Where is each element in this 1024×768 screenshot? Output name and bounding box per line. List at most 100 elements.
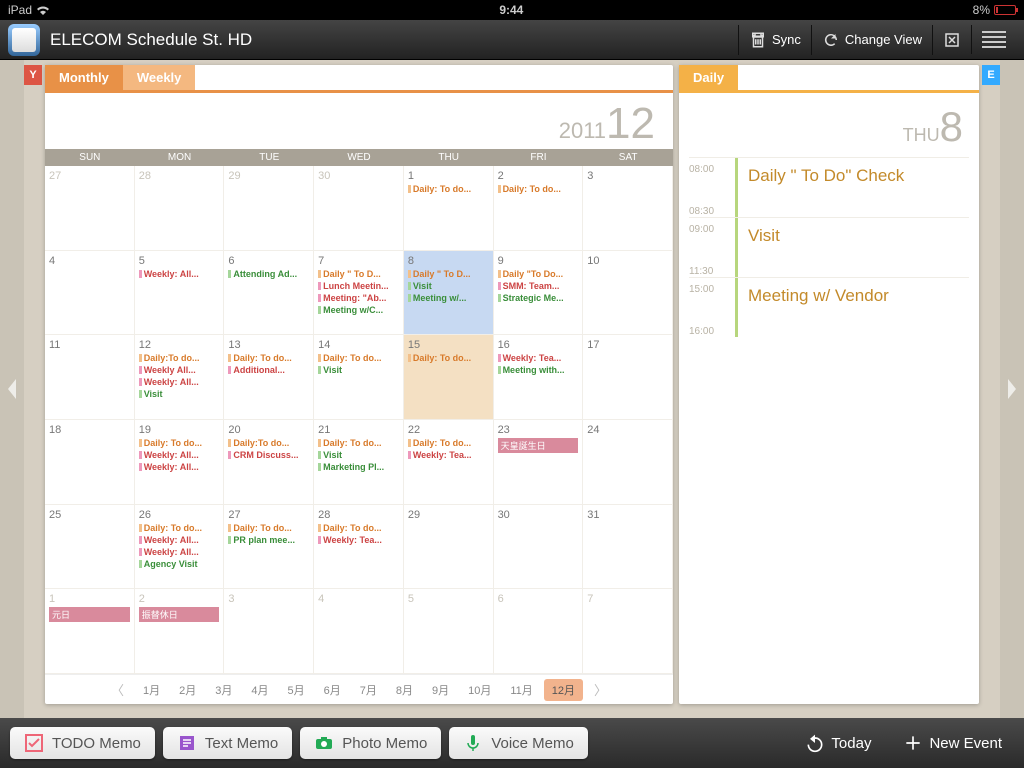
tab-year[interactable]: Y <box>24 65 42 85</box>
event[interactable]: Daily: To do... <box>498 184 579 194</box>
event[interactable]: Weekly: Tea... <box>408 450 489 460</box>
day-cell[interactable]: 5Weekly: All... <box>135 251 225 336</box>
event[interactable]: Meeting w/... <box>408 293 489 303</box>
day-cell[interactable]: 29 <box>224 166 314 251</box>
day-cell[interactable]: 10 <box>583 251 673 336</box>
day-cell[interactable]: 13Daily: To do...Additional... <box>224 335 314 420</box>
day-cell[interactable]: 21Daily: To do...VisitMarketing Pl... <box>314 420 404 505</box>
event[interactable]: Lunch Meetin... <box>318 281 399 291</box>
day-cell[interactable]: 28Daily: To do...Weekly: Tea... <box>314 505 404 590</box>
new-event-button[interactable]: New Event <box>891 733 1014 753</box>
day-cell[interactable]: 18 <box>45 420 135 505</box>
event[interactable]: Weekly: All... <box>139 450 220 460</box>
photo-memo-button[interactable]: Photo Memo <box>300 727 441 759</box>
event[interactable]: Meeting with... <box>498 365 579 375</box>
event[interactable]: Daily:To do... <box>139 353 220 363</box>
day-cell[interactable]: 8Daily " To D...VisitMeeting w/... <box>404 251 494 336</box>
day-cell[interactable]: 9Daily "To Do...SMM: Team...Strategic Me… <box>494 251 584 336</box>
change-view-button[interactable]: Change View <box>811 25 932 55</box>
day-cell[interactable]: 4 <box>314 589 404 674</box>
day-cell[interactable]: 27 <box>45 166 135 251</box>
event[interactable]: Attending Ad... <box>228 269 309 279</box>
event[interactable]: Marketing Pl... <box>318 462 399 472</box>
event[interactable]: CRM Discuss... <box>228 450 309 460</box>
day-cell[interactable]: 23天皇誕生日 <box>494 420 584 505</box>
day-cell[interactable]: 3 <box>583 166 673 251</box>
daily-event[interactable]: 08:0008:30Daily " To Do" Check <box>689 157 969 217</box>
event[interactable]: Additional... <box>228 365 309 375</box>
day-cell[interactable]: 29 <box>404 505 494 590</box>
todo-memo-button[interactable]: TODO Memo <box>10 727 155 759</box>
event[interactable]: Weekly: All... <box>139 269 220 279</box>
event[interactable]: Daily: To do... <box>408 438 489 448</box>
month-link[interactable]: 10月 <box>460 679 499 701</box>
day-cell[interactable]: 4 <box>45 251 135 336</box>
tab-extra[interactable]: E <box>982 65 1000 85</box>
month-link[interactable]: 9月 <box>424 679 457 701</box>
day-cell[interactable]: 17 <box>583 335 673 420</box>
daily-event[interactable]: 15:0016:00Meeting w/ Vendor <box>689 277 969 337</box>
day-cell[interactable]: 25 <box>45 505 135 590</box>
event[interactable]: Weekly: All... <box>139 462 220 472</box>
month-link[interactable]: 6月 <box>316 679 349 701</box>
event[interactable]: Daily: To do... <box>228 523 309 533</box>
day-cell[interactable]: 11 <box>45 335 135 420</box>
event[interactable]: Daily: To do... <box>139 438 220 448</box>
sync-button[interactable]: Sync <box>738 25 811 55</box>
event[interactable]: Visit <box>408 281 489 291</box>
event[interactable]: Daily " To D... <box>318 269 399 279</box>
event[interactable]: Weekly: All... <box>139 535 220 545</box>
event[interactable]: Daily "To Do... <box>498 269 579 279</box>
day-cell[interactable]: 14Daily: To do...Visit <box>314 335 404 420</box>
event[interactable]: Visit <box>139 389 220 399</box>
month-prev[interactable]: 〈 <box>103 677 132 702</box>
day-cell[interactable]: 5 <box>404 589 494 674</box>
event[interactable]: Weekly: Tea... <box>318 535 399 545</box>
month-link[interactable]: 5月 <box>279 679 312 701</box>
edit-button[interactable] <box>932 25 971 55</box>
event[interactable]: Daily: To do... <box>139 523 220 533</box>
day-cell[interactable]: 20Daily:To do...CRM Discuss... <box>224 420 314 505</box>
month-link[interactable]: 12月 <box>544 679 583 701</box>
day-cell[interactable]: 26Daily: To do...Weekly: All...Weekly: A… <box>135 505 225 590</box>
event[interactable]: Daily:To do... <box>228 438 309 448</box>
tab-weekly[interactable]: Weekly <box>123 65 196 90</box>
day-cell[interactable]: 3 <box>224 589 314 674</box>
month-link[interactable]: 3月 <box>207 679 240 701</box>
day-cell[interactable]: 27Daily: To do...PR plan mee... <box>224 505 314 590</box>
event[interactable]: Daily: To do... <box>318 353 399 363</box>
event[interactable]: Meeting w/C... <box>318 305 399 315</box>
event[interactable]: Weekly: Tea... <box>498 353 579 363</box>
tab-daily[interactable]: Daily <box>679 65 738 90</box>
day-cell[interactable]: 24 <box>583 420 673 505</box>
day-cell[interactable]: 15Daily: To do... <box>404 335 494 420</box>
event[interactable]: Daily: To do... <box>228 353 309 363</box>
month-link[interactable]: 4月 <box>243 679 276 701</box>
event[interactable]: Weekly: All... <box>139 377 220 387</box>
day-cell[interactable]: 19Daily: To do...Weekly: All...Weekly: A… <box>135 420 225 505</box>
text-memo-button[interactable]: Text Memo <box>163 727 292 759</box>
event[interactable]: Daily: To do... <box>408 184 489 194</box>
month-next[interactable]: 〉 <box>586 677 615 702</box>
event[interactable]: Weekly All... <box>139 365 220 375</box>
menu-button[interactable] <box>971 25 1016 54</box>
day-cell[interactable]: 6 <box>494 589 584 674</box>
day-cell[interactable]: 12Daily:To do...Weekly All...Weekly: All… <box>135 335 225 420</box>
nav-prev[interactable] <box>0 60 24 718</box>
voice-memo-button[interactable]: Voice Memo <box>449 727 588 759</box>
day-cell[interactable]: 1Daily: To do... <box>404 166 494 251</box>
event[interactable]: Visit <box>318 450 399 460</box>
event[interactable]: Agency Visit <box>139 559 220 569</box>
month-link[interactable]: 8月 <box>388 679 421 701</box>
event[interactable]: Daily " To D... <box>408 269 489 279</box>
day-cell[interactable]: 7Daily " To D...Lunch Meetin...Meeting: … <box>314 251 404 336</box>
day-cell[interactable]: 30 <box>314 166 404 251</box>
event[interactable]: SMM: Team... <box>498 281 579 291</box>
month-link[interactable]: 11月 <box>502 679 540 701</box>
event[interactable]: Visit <box>318 365 399 375</box>
tab-monthly[interactable]: Monthly <box>45 65 123 90</box>
event[interactable]: Strategic Me... <box>498 293 579 303</box>
day-cell[interactable]: 2Daily: To do... <box>494 166 584 251</box>
month-link[interactable]: 7月 <box>352 679 385 701</box>
month-link[interactable]: 2月 <box>171 679 204 701</box>
